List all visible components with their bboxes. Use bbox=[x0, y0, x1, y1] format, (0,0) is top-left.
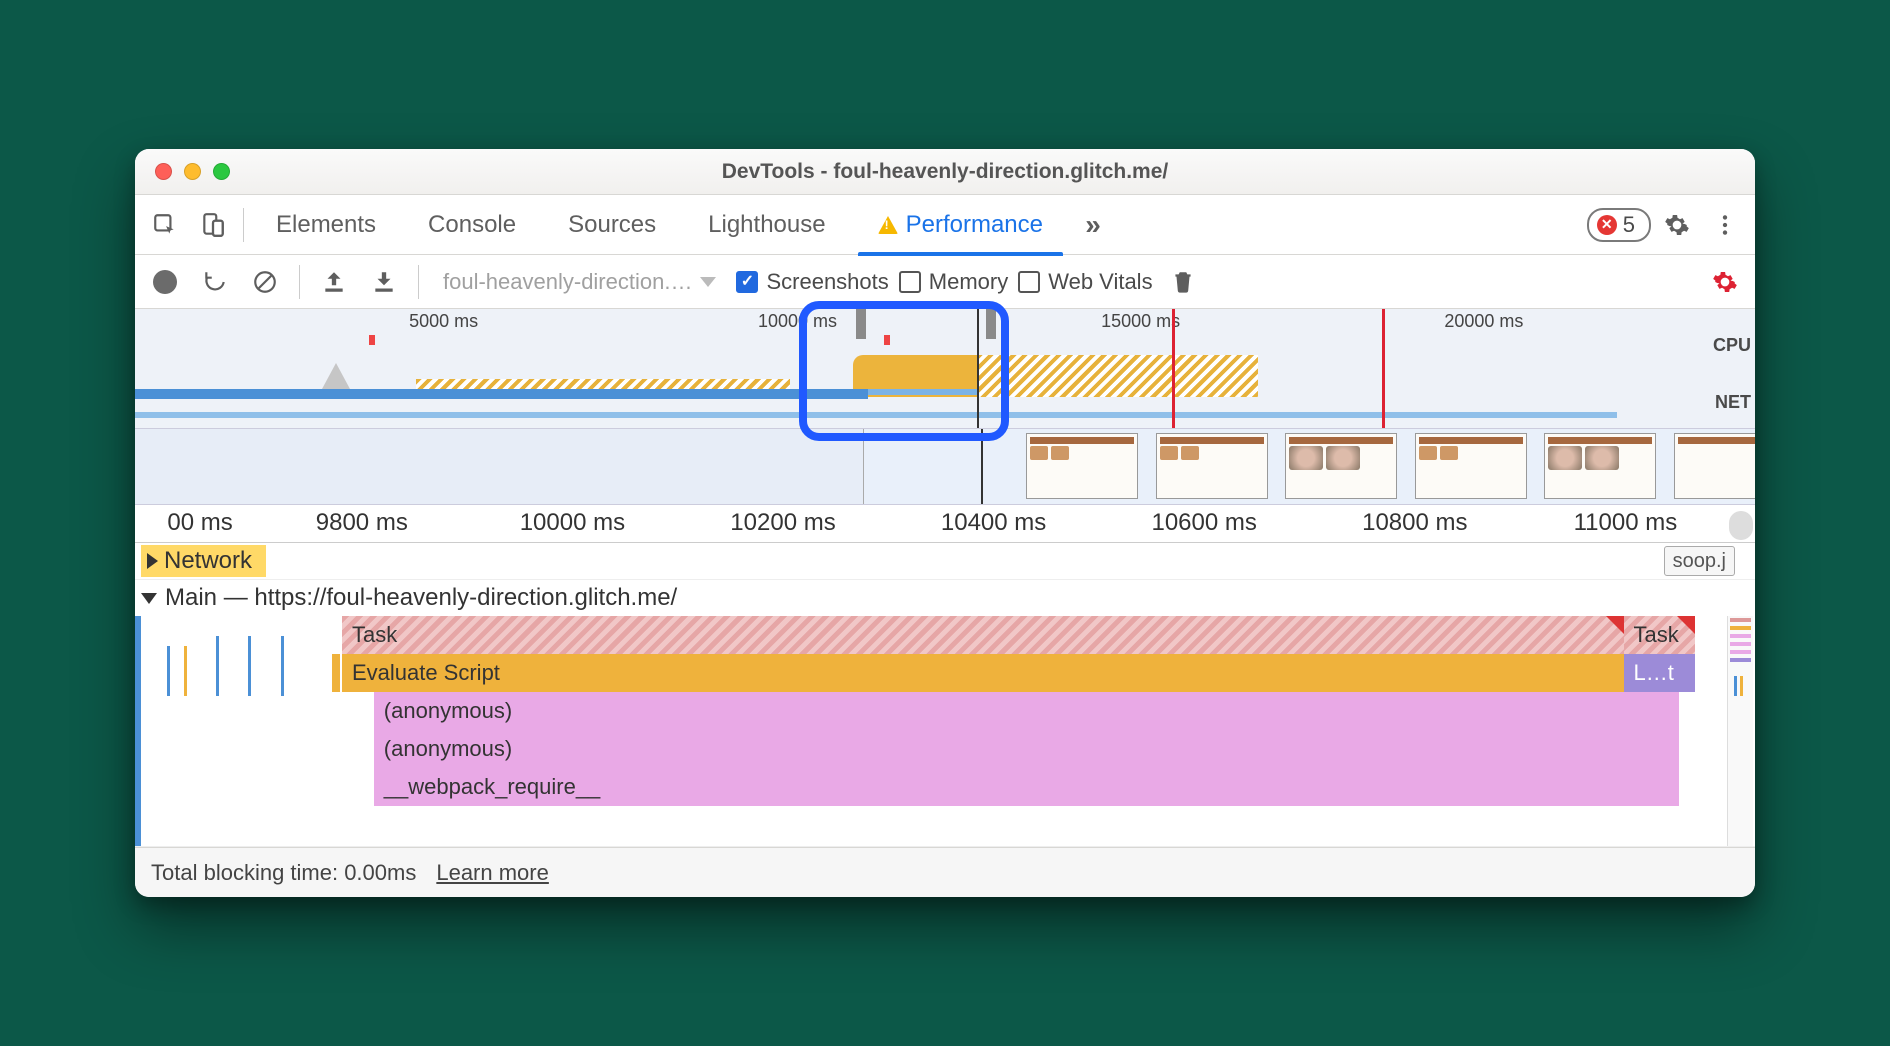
reload-record-button[interactable] bbox=[195, 262, 235, 302]
marker-line bbox=[1172, 309, 1175, 428]
tab-console[interactable]: Console bbox=[404, 195, 540, 255]
net-label: NET bbox=[1713, 392, 1751, 413]
screenshot-filmstrip[interactable] bbox=[135, 429, 1755, 505]
detail-ruler[interactable]: 00 ms 9800 ms 10000 ms 10200 ms 10400 ms… bbox=[135, 505, 1755, 543]
webvitals-checkbox[interactable]: Web Vitals bbox=[1018, 269, 1152, 295]
tab-label: Performance bbox=[906, 211, 1043, 239]
divider bbox=[243, 208, 244, 242]
network-resource-chip[interactable]: soop.j bbox=[1664, 546, 1735, 576]
summary-footer: Total blocking time: 0.00ms Learn more bbox=[135, 847, 1755, 897]
tab-performance[interactable]: Performance bbox=[854, 195, 1067, 255]
window-title: DevTools - foul-heavenly-direction.glitc… bbox=[135, 160, 1755, 184]
garbage-collect-icon[interactable] bbox=[1163, 262, 1203, 302]
cpu-lane bbox=[135, 335, 1695, 399]
overview-timeline[interactable]: 5000 ms 10000 ms 15000 ms 20000 ms CPU N… bbox=[135, 309, 1755, 429]
kebab-menu-icon[interactable] bbox=[1703, 203, 1747, 247]
learn-more-link[interactable]: Learn more bbox=[436, 860, 549, 886]
main-track-header[interactable]: Main — https://foul-heavenly-direction.g… bbox=[135, 580, 1755, 616]
save-profile-icon[interactable] bbox=[364, 262, 404, 302]
overview-ticks: 5000 ms 10000 ms 15000 ms 20000 ms bbox=[135, 311, 1695, 331]
main-track-label: Main — https://foul-heavenly-direction.g… bbox=[165, 584, 677, 612]
network-label: Network bbox=[164, 547, 252, 575]
ruler-tick: 9800 ms bbox=[316, 509, 408, 537]
devtools-window: DevTools - foul-heavenly-direction.glitc… bbox=[135, 149, 1755, 897]
ruler-tick: 10000 ms bbox=[520, 509, 625, 537]
panel-tabstrip: Elements Console Sources Lighthouse Perf… bbox=[135, 195, 1755, 255]
overview-tick: 20000 ms bbox=[1444, 311, 1523, 332]
network-track-header[interactable]: Network bbox=[135, 543, 1755, 579]
checkbox-label: Screenshots bbox=[766, 269, 888, 295]
checkbox-label: Memory bbox=[929, 269, 1008, 295]
ruler-tick: 00 ms bbox=[167, 509, 232, 537]
clear-button[interactable] bbox=[245, 262, 285, 302]
tab-elements[interactable]: Elements bbox=[252, 195, 400, 255]
capture-settings-icon[interactable] bbox=[1705, 262, 1745, 302]
titlebar: DevTools - foul-heavenly-direction.glitc… bbox=[135, 149, 1755, 195]
checkbox-icon bbox=[1018, 271, 1040, 293]
ruler-tick: 10400 ms bbox=[941, 509, 1046, 537]
tab-sources[interactable]: Sources bbox=[544, 195, 680, 255]
main-track: Main — https://foul-heavenly-direction.g… bbox=[135, 580, 1755, 847]
ruler-tick: 10200 ms bbox=[730, 509, 835, 537]
scrollbar-thumb[interactable] bbox=[1729, 511, 1753, 540]
flame-task[interactable]: Task bbox=[342, 616, 1624, 654]
ruler-tick: 11000 ms bbox=[1574, 509, 1678, 537]
dropdown-label: foul-heavenly-direction.… bbox=[443, 269, 692, 295]
more-tabs-button[interactable]: » bbox=[1071, 203, 1115, 247]
chevron-down-icon bbox=[700, 277, 716, 287]
overview-tick: 15000 ms bbox=[1101, 311, 1180, 332]
flame-evaluate-script[interactable]: Evaluate Script bbox=[342, 654, 1624, 692]
overview-tick: 10000 ms bbox=[758, 311, 837, 332]
checkbox-icon bbox=[736, 271, 758, 293]
net-lane bbox=[135, 410, 1695, 424]
collapse-arrow-icon bbox=[141, 593, 157, 604]
flame-anonymous[interactable]: (anonymous) bbox=[374, 692, 1679, 730]
device-toolbar-icon[interactable] bbox=[191, 203, 235, 247]
profile-dropdown[interactable]: foul-heavenly-direction.… bbox=[433, 265, 726, 299]
network-track: Network soop.j bbox=[135, 543, 1755, 580]
marker-line bbox=[1382, 309, 1385, 428]
inspect-element-icon[interactable] bbox=[143, 203, 187, 247]
cpu-label: CPU bbox=[1713, 335, 1751, 356]
error-count: 5 bbox=[1623, 212, 1635, 238]
performance-toolbar: foul-heavenly-direction.… Screenshots Me… bbox=[135, 255, 1755, 309]
divider bbox=[418, 265, 419, 299]
flame-minimap[interactable] bbox=[1727, 616, 1753, 846]
checkbox-label: Web Vitals bbox=[1048, 269, 1152, 295]
error-count-pill[interactable]: ✕ 5 bbox=[1587, 208, 1651, 242]
total-blocking-time: Total blocking time: 0.00ms bbox=[151, 860, 416, 886]
flame-layout[interactable]: L…t bbox=[1624, 654, 1696, 692]
expand-arrow-icon bbox=[147, 553, 158, 569]
error-icon: ✕ bbox=[1597, 215, 1617, 235]
overview-tick: 5000 ms bbox=[409, 311, 478, 332]
overview-lane-labels: CPU NET bbox=[1713, 335, 1751, 413]
tab-lighthouse[interactable]: Lighthouse bbox=[684, 195, 849, 255]
memory-checkbox[interactable]: Memory bbox=[899, 269, 1008, 295]
divider bbox=[299, 265, 300, 299]
flame-task[interactable]: Task bbox=[1624, 616, 1696, 654]
playhead[interactable] bbox=[977, 309, 979, 428]
flame-anonymous[interactable]: (anonymous) bbox=[374, 730, 1679, 768]
screenshots-checkbox[interactable]: Screenshots bbox=[736, 269, 888, 295]
settings-icon[interactable] bbox=[1655, 203, 1699, 247]
ruler-tick: 10800 ms bbox=[1362, 509, 1467, 537]
flame-webpack-require[interactable]: __webpack_require__ bbox=[374, 768, 1679, 806]
ruler-tick: 10600 ms bbox=[1151, 509, 1256, 537]
checkbox-icon bbox=[899, 271, 921, 293]
record-button[interactable] bbox=[145, 262, 185, 302]
warning-icon bbox=[878, 216, 898, 234]
load-profile-icon[interactable] bbox=[314, 262, 354, 302]
flame-chart[interactable]: Task Task Evaluate Script L…t (anonymous… bbox=[135, 616, 1755, 846]
